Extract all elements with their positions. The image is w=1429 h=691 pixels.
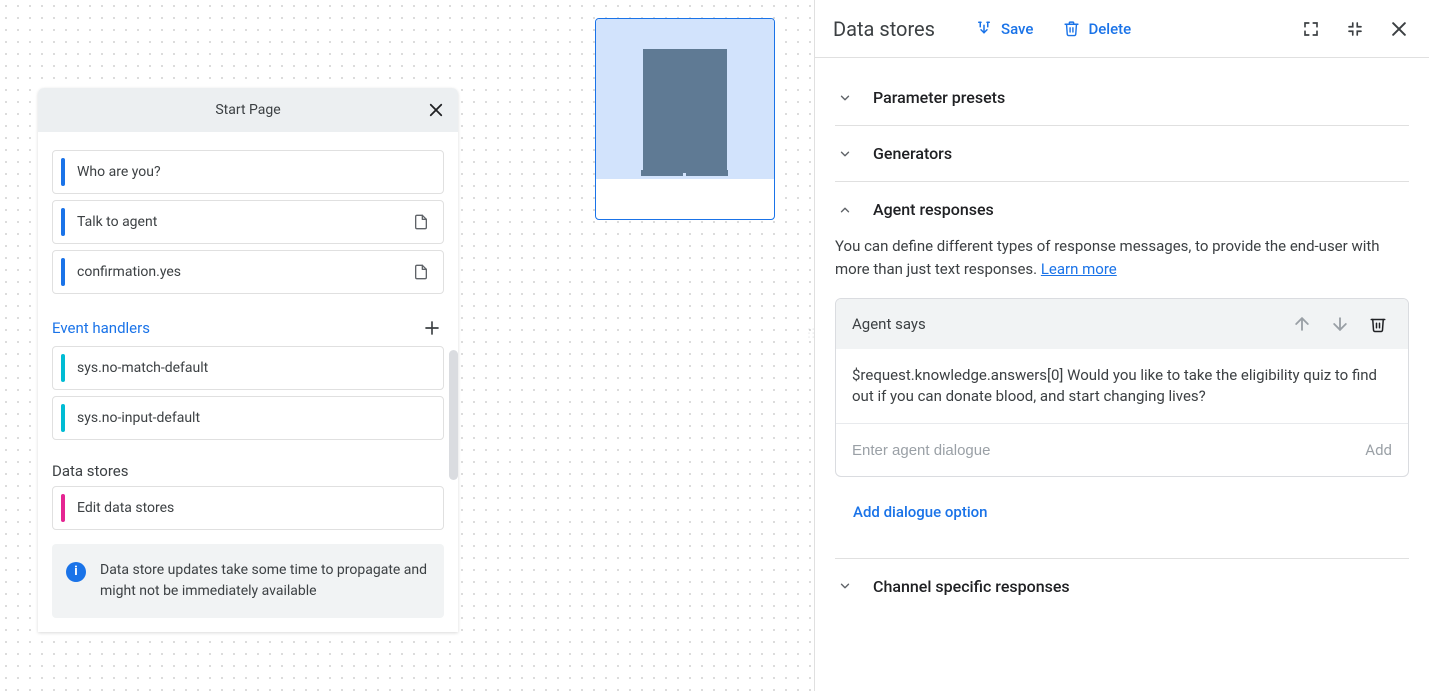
intent-label: Talk to agent — [77, 214, 413, 230]
event-handler-label: sys.no-match-default — [77, 360, 443, 376]
data-store-row[interactable]: Edit data stores — [52, 486, 444, 530]
save-label: Save — [1001, 20, 1033, 38]
scrollbar-thumb[interactable] — [449, 350, 458, 480]
agent-responses-label: Agent responses — [873, 200, 994, 219]
intent-accent-bar — [61, 158, 65, 186]
delete-response-button[interactable] — [1364, 310, 1392, 338]
intent-label: confirmation.yes — [77, 264, 413, 280]
add-dialogue-option-button[interactable]: Add dialogue option — [853, 501, 988, 524]
intent-accent-bar — [61, 208, 65, 236]
channel-specific-accordion[interactable]: Channel specific responses — [835, 577, 1409, 596]
right-panel-title: Data stores — [833, 17, 935, 41]
move-up-button[interactable] — [1288, 310, 1316, 338]
move-down-button[interactable] — [1326, 310, 1354, 338]
plus-icon — [423, 319, 441, 337]
save-icon — [975, 20, 993, 38]
agent-dialogue-input[interactable] — [852, 442, 1365, 459]
channel-specific-label: Channel specific responses — [873, 577, 1070, 596]
chevron-down-icon — [838, 147, 852, 161]
intent-row[interactable]: Talk to agent — [52, 200, 444, 244]
panel-title: Start Page — [215, 102, 280, 118]
save-button[interactable]: Save — [965, 14, 1043, 44]
add-event-handler-button[interactable] — [420, 316, 444, 340]
intent-label: Who are you? — [77, 164, 443, 180]
fullscreen-button[interactable] — [1299, 17, 1323, 41]
info-text: Data store updates take some time to pro… — [100, 560, 428, 602]
arrow-up-icon — [1292, 314, 1312, 334]
trash-icon — [1369, 315, 1387, 333]
close-icon — [427, 101, 445, 119]
intent-accent-bar — [61, 258, 65, 286]
close-button[interactable] — [422, 96, 450, 124]
agent-says-card: Agent says $request.knowledge.answers[0]… — [835, 298, 1409, 477]
generators-label: Generators — [873, 144, 952, 163]
agent-responses-accordion[interactable]: Agent responses — [835, 200, 1409, 219]
agent-says-text[interactable]: $request.knowledge.answers[0] Would you … — [836, 349, 1408, 424]
right-panel: Data stores Save Delete Parameter prese — [814, 0, 1429, 691]
learn-more-link[interactable]: Learn more — [1041, 260, 1117, 278]
data-stores-header: Data stores — [52, 462, 444, 480]
info-icon: i — [66, 562, 86, 582]
datastore-accent-bar — [61, 494, 65, 522]
exit-fullscreen-button[interactable] — [1343, 17, 1367, 41]
chevron-down-icon — [838, 91, 852, 105]
data-store-info-box: i Data store updates take some time to p… — [52, 544, 444, 618]
page-icon — [413, 214, 429, 230]
generators-accordion[interactable]: Generators — [835, 144, 1409, 163]
event-handler-row[interactable]: sys.no-match-default — [52, 346, 444, 390]
delete-label: Delete — [1088, 20, 1131, 38]
event-handler-label: sys.no-input-default — [77, 410, 443, 426]
event-accent-bar — [61, 354, 65, 382]
right-panel-header: Data stores Save Delete — [815, 0, 1429, 58]
minimap[interactable] — [595, 18, 775, 220]
chevron-down-icon — [838, 579, 852, 593]
intent-row[interactable]: Who are you? — [52, 150, 444, 194]
trash-icon — [1063, 20, 1080, 37]
intent-row[interactable]: confirmation.yes — [52, 250, 444, 294]
close-icon — [1389, 19, 1409, 39]
agent-says-title: Agent says — [852, 313, 1278, 336]
panel-header: Start Page — [38, 88, 458, 132]
data-stores-title: Data stores — [52, 462, 129, 480]
event-handler-row[interactable]: sys.no-input-default — [52, 396, 444, 440]
add-dialogue-button[interactable]: Add — [1365, 439, 1392, 462]
parameter-presets-accordion[interactable]: Parameter presets — [835, 88, 1409, 107]
page-icon — [413, 264, 429, 280]
event-handlers-header: Event handlers — [52, 316, 444, 340]
delete-button[interactable]: Delete — [1053, 14, 1141, 44]
exit-fullscreen-icon — [1346, 20, 1364, 38]
event-accent-bar — [61, 404, 65, 432]
chevron-up-icon — [838, 203, 852, 217]
canvas-area[interactable]: Start Page Who are you? Talk to agent conf… — [0, 0, 814, 691]
fullscreen-icon — [1302, 20, 1320, 38]
close-panel-button[interactable] — [1387, 17, 1411, 41]
arrow-down-icon — [1330, 314, 1350, 334]
data-store-label: Edit data stores — [77, 500, 443, 516]
event-handlers-title: Event handlers — [52, 319, 150, 337]
parameter-presets-label: Parameter presets — [873, 88, 1005, 107]
start-page-panel: Start Page Who are you? Talk to agent conf… — [38, 88, 458, 632]
